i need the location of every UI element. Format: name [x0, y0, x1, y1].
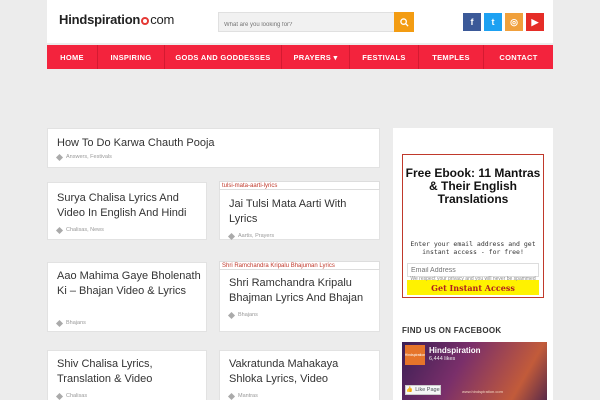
logo-dot-icon — [141, 17, 150, 25]
nav-home[interactable]: Home — [47, 45, 98, 69]
post-tags: Bhajans — [55, 319, 86, 327]
nav-temples[interactable]: Temples — [419, 45, 484, 69]
nav-prayers[interactable]: Prayers ▾ — [282, 45, 350, 69]
post-title[interactable]: Jai Tulsi Mata Aarti With Lyrics — [229, 197, 374, 227]
post-tags-text[interactable]: Bhajans — [66, 320, 86, 326]
facebook-page-widget[interactable]: Hindspiration Hindspiration 6,444 likes … — [402, 342, 547, 400]
tag-icon — [55, 319, 64, 327]
post-title[interactable]: Shri Ramchandra Kripalu Bhajman Lyrics A… — [229, 276, 379, 306]
search-icon — [399, 17, 409, 27]
search-input[interactable] — [219, 16, 393, 34]
post-tags-text[interactable]: Chalisas — [66, 393, 87, 399]
post-tags-text[interactable]: Bhajans — [238, 312, 258, 318]
post-tags: Mantras — [227, 392, 258, 400]
post-card[interactable]: Shiv Chalisa Lyrics, Translation & Video… — [47, 350, 207, 400]
twitter-icon[interactable]: t — [484, 13, 502, 31]
privacy-note: We respect your privacy and you will nev… — [410, 276, 536, 282]
post-card[interactable]: Aao Mahima Gaye Bholenath Ki – Bhajan Vi… — [47, 262, 207, 332]
post-title[interactable]: Vakratunda Mahakaya Shloka Lyrics, Video — [229, 357, 374, 387]
post-tags-text[interactable]: Aartis, Prayers — [238, 233, 274, 239]
nav-gods-and-goddesses[interactable]: Gods and Goddesses — [165, 45, 282, 69]
post-title[interactable]: Surya Chalisa Lyrics And Video In Englis… — [57, 191, 202, 221]
facebook-like-button[interactable]: 👍 Like Page — [405, 385, 441, 395]
like-label: Like Page — [415, 387, 440, 393]
like-thumb-icon: 👍 — [406, 387, 414, 393]
post-card[interactable]: Surya Chalisa Lyrics And Video In Englis… — [47, 182, 207, 240]
post-title[interactable]: How To Do Karwa Chauth Pooja — [57, 136, 215, 151]
tag-icon — [55, 153, 64, 161]
post-tags: Bhajans — [227, 311, 258, 319]
facebook-icon[interactable]: f — [463, 13, 481, 31]
cover-watermark: www.hindspiration.com — [462, 389, 503, 394]
post-title[interactable]: Aao Mahima Gaye Bholenath Ki – Bhajan Vi… — [57, 269, 202, 299]
logo-text: Hindspiration — [59, 12, 141, 27]
post-card[interactable]: Shri Ramchandra Kripalu Bhajman Lyrics A… — [219, 262, 380, 332]
search-button[interactable] — [394, 12, 414, 32]
post-card[interactable]: Vakratunda Mahakaya Shloka Lyrics, Video… — [219, 350, 380, 400]
image-alt-label: Shri Ramchandra Kripalu Bhajuman Lyrics — [219, 261, 380, 270]
tag-icon — [227, 232, 236, 240]
logo-tld: com — [150, 12, 175, 27]
post-tags-text[interactable]: Mantras — [238, 393, 258, 399]
get-instant-access-button[interactable]: Get Instant Access — [407, 280, 539, 295]
post-card[interactable]: Jai Tulsi Mata Aarti With Lyrics Aartis,… — [219, 182, 380, 240]
nav-festivals[interactable]: Festivals — [350, 45, 419, 69]
instagram-icon[interactable]: ◎ — [505, 13, 523, 31]
facebook-page-avatar[interactable]: Hindspiration — [405, 345, 425, 365]
nav-contact[interactable]: Contact — [484, 45, 553, 69]
facebook-heading: Find us on Facebook — [402, 326, 502, 335]
email-field[interactable] — [407, 263, 539, 277]
site-logo[interactable]: Hindspiration com — [59, 12, 174, 27]
search-box — [218, 12, 414, 34]
ebook-subtitle: Enter your email address and get instant… — [410, 240, 536, 256]
post-tags: Chalisas, News — [55, 226, 104, 234]
post-tags: Answers, Festivals — [55, 153, 112, 161]
tag-icon — [227, 311, 236, 319]
top-header: Hindspiration com ft◎▶ — [47, 0, 553, 43]
facebook-like-count: 6,444 likes — [429, 356, 456, 362]
tag-icon — [227, 392, 236, 400]
tag-icon — [55, 226, 64, 234]
post-tags-text[interactable]: Answers, Festivals — [66, 154, 112, 160]
post-tags: Aartis, Prayers — [227, 232, 274, 240]
tag-icon — [55, 392, 64, 400]
post-card[interactable]: How To Do Karwa Chauth Pooja Answers, Fe… — [47, 128, 380, 168]
post-tags-text[interactable]: Chalisas, News — [66, 227, 104, 233]
post-title[interactable]: Shiv Chalisa Lyrics, Translation & Video — [57, 357, 202, 387]
youtube-icon[interactable]: ▶ — [526, 13, 544, 31]
nav-inspiring[interactable]: Inspiring — [98, 45, 165, 69]
ebook-title: Free Ebook: 11 Mantras & Their English T… — [405, 166, 541, 206]
image-alt-label: tulsi-mata-aarti-lyrics — [219, 181, 380, 190]
main-nav: Home Inspiring Gods and Goddesses Prayer… — [47, 45, 553, 69]
facebook-page-name[interactable]: Hindspiration — [429, 346, 481, 355]
post-tags: Chalisas — [55, 392, 87, 400]
